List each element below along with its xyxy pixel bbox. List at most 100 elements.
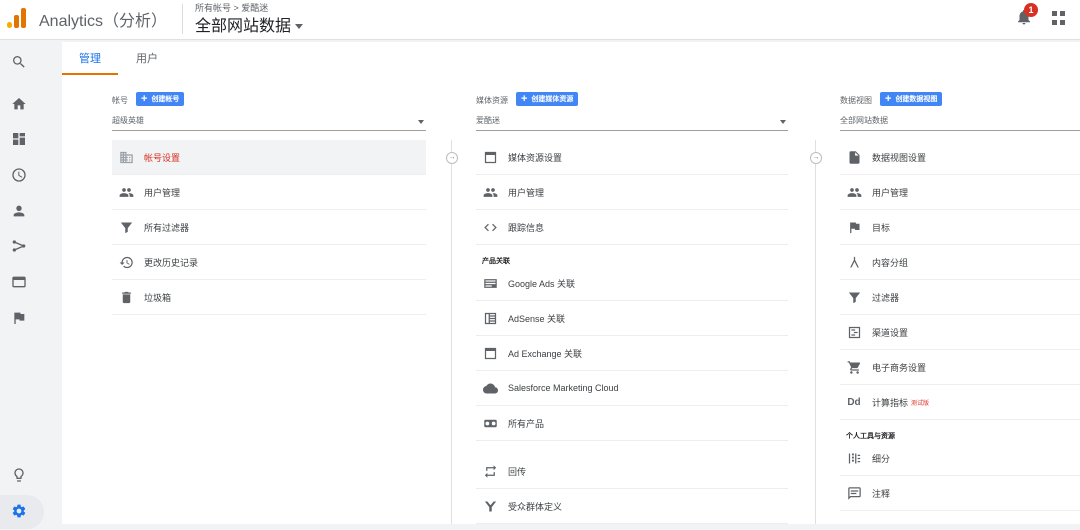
change-history-item[interactable]: 更改历史记录 — [112, 245, 426, 280]
apps-grid-icon[interactable] — [1052, 11, 1066, 25]
audience-person-icon[interactable] — [8, 200, 30, 222]
tab-admin[interactable]: 管理 — [79, 50, 101, 66]
all-filters-label: 所有过滤器 — [144, 222, 190, 233]
view-user-management-item[interactable]: 用户管理 — [840, 175, 1080, 210]
admin-gear-icon[interactable] — [8, 500, 30, 522]
adsense-linking-label: AdSense 关联 — [508, 313, 566, 324]
notification-badge: 1 — [1024, 3, 1038, 17]
annotations-label: 注释 — [872, 488, 891, 499]
property-selector-value: 爱酷迷 — [476, 116, 500, 125]
dd-icon: Dd — [847, 396, 861, 408]
ad-exchange-linking-item[interactable]: Ad Exchange 关联 — [476, 336, 788, 371]
segments-item[interactable]: 细分 — [840, 441, 1080, 476]
view-filters-label: 过滤器 — [872, 292, 900, 303]
account-selector-value: 超级英雄 — [112, 116, 144, 125]
conversions-flag-icon[interactable] — [8, 307, 30, 329]
products-icon — [482, 415, 498, 431]
annotations-item[interactable]: 注释 — [840, 476, 1080, 511]
beta-badge: 测试版 — [911, 400, 930, 407]
plus-icon: + — [521, 93, 528, 105]
salesforce-linking-label: Salesforce Marketing Cloud — [508, 383, 619, 393]
goals-label: 目标 — [872, 222, 891, 233]
goals-item[interactable]: 目标 — [840, 210, 1080, 245]
ads-icon — [482, 275, 498, 291]
calculated-metrics-label: 计算指标 — [872, 397, 909, 408]
property-column-header: 媒体资源 — [476, 96, 508, 105]
property-settings-label: 媒体资源设置 — [508, 152, 563, 163]
salesforce-linking-item[interactable]: Salesforce Marketing Cloud — [476, 371, 788, 406]
trash-item[interactable]: 垃圾箱 — [112, 280, 426, 315]
plus-icon: + — [885, 93, 892, 105]
postbacks-label: 回传 — [508, 466, 527, 477]
caret-down-icon — [418, 120, 424, 124]
code-icon — [482, 219, 498, 235]
history-icon — [118, 254, 134, 270]
postback-icon — [482, 463, 498, 479]
create-account-button[interactable]: + 创建帐号 — [136, 92, 185, 106]
property-selector[interactable]: 爱酷迷 — [476, 115, 788, 131]
create-property-button[interactable]: + 创建媒体资源 — [516, 92, 579, 106]
adsense-icon — [482, 310, 498, 326]
view-selector[interactable]: 全部网站数据 — [195, 12, 304, 36]
search-icon[interactable] — [8, 51, 30, 73]
view-filters-item[interactable]: 过滤器 — [840, 280, 1080, 315]
people-icon — [118, 184, 134, 200]
google-ads-linking-label: Google Ads 关联 — [508, 278, 576, 289]
customization-dashboard-icon[interactable] — [8, 128, 30, 150]
create-view-button[interactable]: + 创建数据视图 — [880, 92, 943, 106]
all-products-item[interactable]: 所有产品 — [476, 406, 788, 441]
account-user-management-label: 用户管理 — [144, 187, 181, 198]
create-property-label: 创建媒体资源 — [531, 96, 574, 103]
audience-definitions-item[interactable]: 受众群体定义 — [476, 489, 788, 524]
ad-exchange-linking-label: Ad Exchange 关联 — [508, 348, 583, 359]
arrow-right-icon: → — [446, 152, 458, 164]
view-settings-label: 数据视图设置 — [872, 152, 927, 163]
people-icon — [482, 184, 498, 200]
window-icon — [482, 149, 498, 165]
property-settings-item[interactable]: 媒体资源设置 — [476, 140, 788, 175]
view-selector-label: 全部网站数据 — [195, 18, 292, 35]
adsense-linking-item[interactable]: AdSense 关联 — [476, 301, 788, 336]
acquisition-icon[interactable] — [8, 235, 30, 257]
account-settings-item[interactable]: 帐号设置 — [112, 140, 426, 175]
channel-settings-item[interactable]: 渠道设置 — [840, 315, 1080, 350]
app-title: Analytics（分析） — [39, 13, 168, 30]
account-user-management-item[interactable]: 用户管理 — [112, 175, 426, 210]
people-icon — [846, 184, 862, 200]
tab-user[interactable]: 用户 — [136, 50, 158, 66]
header-divider — [182, 4, 183, 34]
ecommerce-settings-item[interactable]: 电子商务设置 — [840, 350, 1080, 385]
tracking-info-label: 跟踪信息 — [508, 222, 545, 233]
postbacks-item[interactable]: 回传 — [476, 454, 788, 489]
caret-down-icon — [780, 120, 786, 124]
view-selector-value: 全部网站数据 — [840, 116, 888, 125]
arrow-right-icon: → — [810, 152, 822, 164]
lightbulb-icon[interactable] — [8, 464, 30, 486]
realtime-clock-icon[interactable] — [8, 164, 30, 186]
content-grouping-item[interactable]: 内容分组 — [840, 245, 1080, 280]
audience-icon — [482, 498, 498, 514]
column-separator — [815, 140, 816, 524]
property-user-management-item[interactable]: 用户管理 — [476, 175, 788, 210]
cart-icon — [846, 359, 862, 375]
tracking-info-item[interactable]: 跟踪信息 — [476, 210, 788, 245]
top-bar: Analytics（分析） 所有帐号 > 爱酷迷 全部网站数据 1 — [0, 0, 1080, 40]
account-column-header: 帐号 — [112, 96, 128, 105]
view-user-management-label: 用户管理 — [872, 187, 909, 198]
view-settings-item[interactable]: 数据视图设置 — [840, 140, 1080, 175]
analytics-logo-icon[interactable] — [7, 8, 27, 28]
all-filters-item[interactable]: 所有过滤器 — [112, 210, 426, 245]
caret-down-icon — [295, 24, 304, 30]
trash-icon — [118, 289, 134, 305]
calculated-metrics-item[interactable]: Dd 计算指标 测试版 — [840, 385, 1080, 420]
personal-tools-section-label: 个人工具与资源 — [846, 433, 895, 440]
account-selector[interactable]: 超级英雄 — [112, 115, 426, 131]
document-icon — [846, 149, 862, 165]
home-icon[interactable] — [8, 93, 30, 115]
channel-icon — [846, 324, 862, 340]
behavior-icon[interactable] — [8, 271, 30, 293]
ecommerce-settings-label: 电子商务设置 — [872, 362, 927, 373]
channel-settings-label: 渠道设置 — [872, 327, 909, 338]
google-ads-linking-item[interactable]: Google Ads 关联 — [476, 266, 788, 301]
view-selector-dropdown[interactable]: 全部网站数据 — [840, 115, 1080, 131]
